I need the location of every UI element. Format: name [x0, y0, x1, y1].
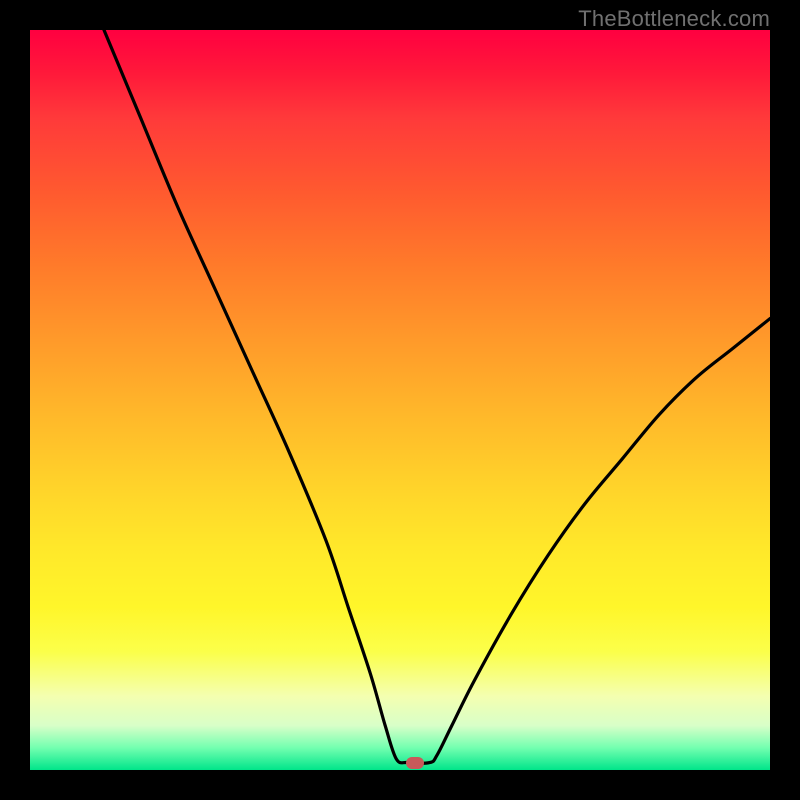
optimal-marker — [406, 757, 424, 769]
curve-path — [104, 30, 770, 763]
watermark-text: TheBottleneck.com — [578, 6, 770, 32]
chart-frame: TheBottleneck.com — [0, 0, 800, 800]
bottleneck-curve — [30, 30, 770, 770]
plot-area — [30, 30, 770, 770]
